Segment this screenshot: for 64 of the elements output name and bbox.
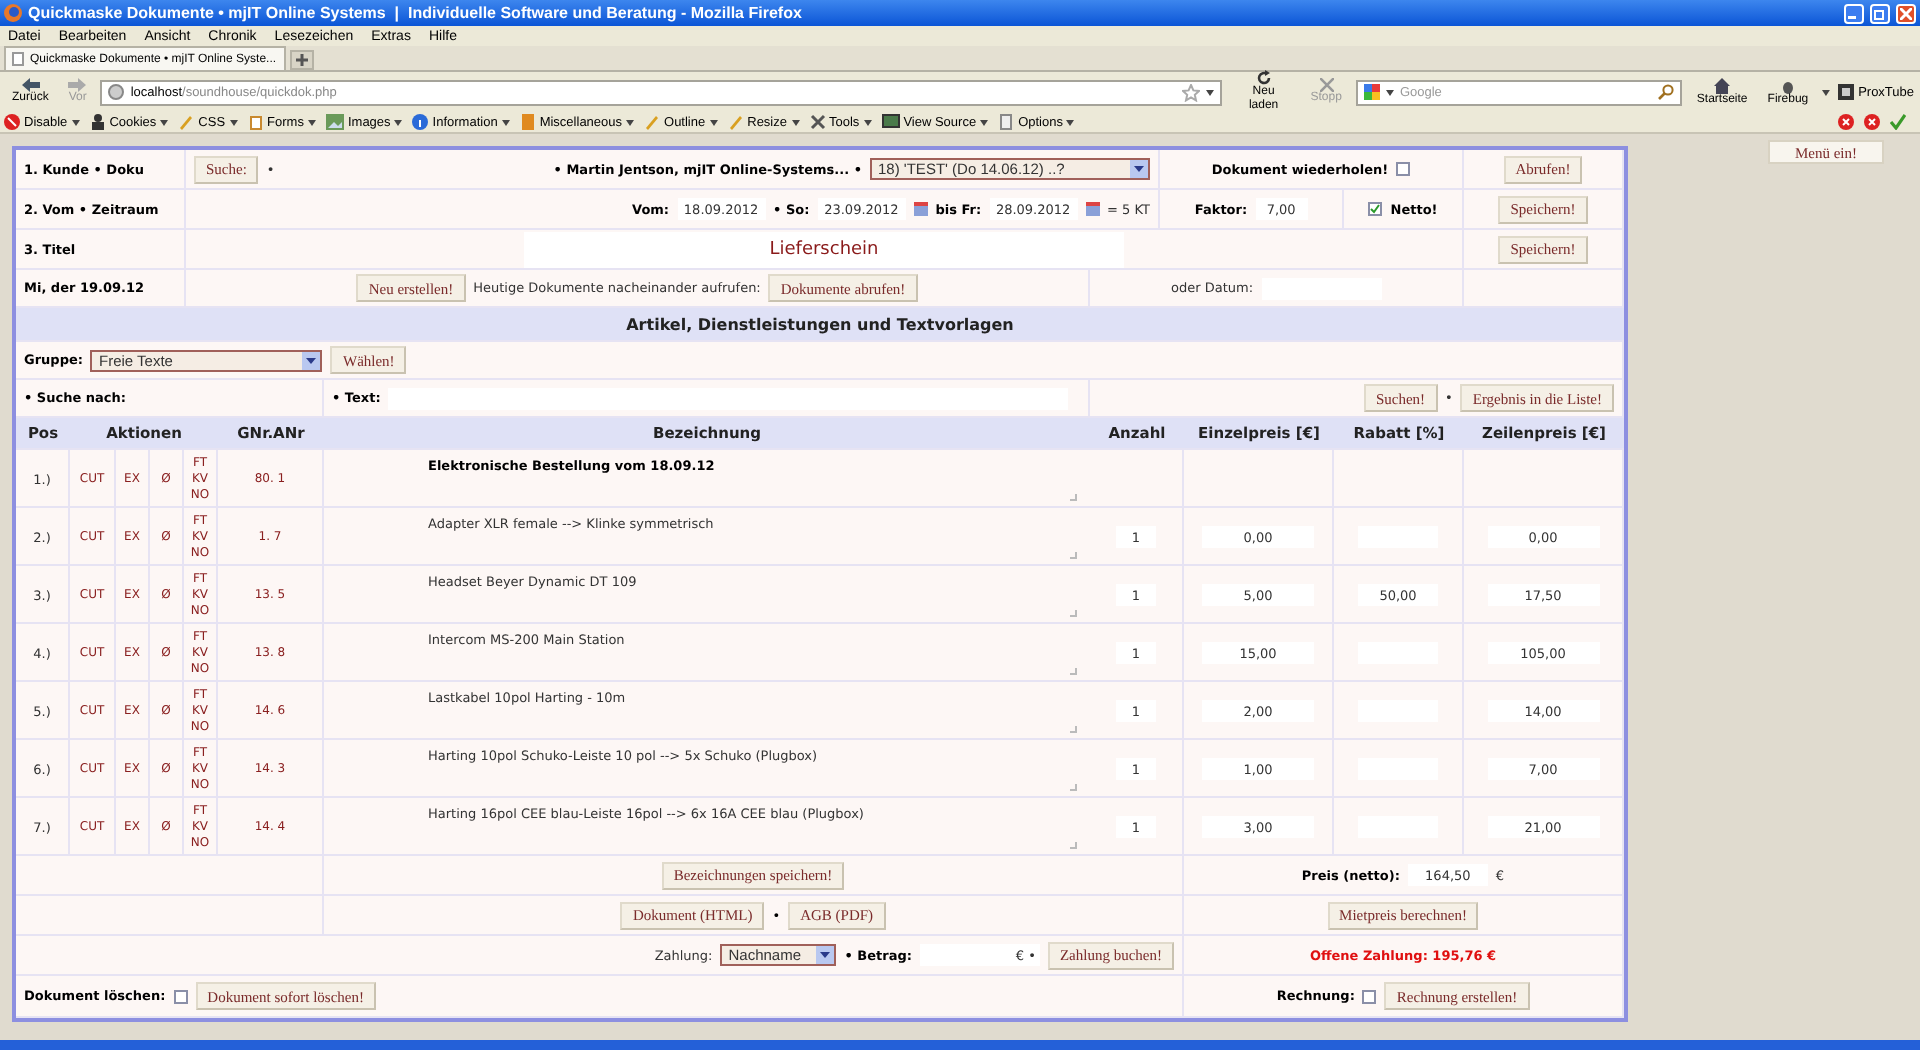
browser-logo-icon (4, 4, 22, 22)
checkbox[interactable] (1362, 989, 1377, 1003)
caret-icon (501, 119, 510, 125)
close-icon (1900, 7, 1912, 19)
monitor-icon (881, 114, 900, 130)
title-field[interactable]: Lieferschein (524, 231, 1124, 267)
dropdown-arrow-icon (302, 351, 321, 369)
globe-icon (108, 84, 125, 100)
calendar-icon (1085, 202, 1100, 216)
caret-icon (626, 119, 635, 125)
checkbox[interactable] (1368, 202, 1383, 216)
calendar-icon (913, 202, 928, 216)
x-icon (1319, 78, 1334, 92)
star-icon (1182, 83, 1201, 101)
resize-grip-icon (1068, 840, 1078, 850)
caret-icon (71, 119, 80, 125)
clipboard-icon (247, 114, 264, 130)
resize-grip-icon (1068, 550, 1078, 560)
resize-grip-icon (1068, 782, 1078, 792)
dropdown-arrow-icon (1130, 160, 1148, 178)
film-icon (1838, 84, 1855, 100)
search-engine-icon (1363, 84, 1380, 100)
caret-icon (863, 119, 872, 125)
restore-icon (1874, 7, 1886, 19)
arrow-left-icon (21, 78, 40, 92)
dropdown-arrow-icon (816, 946, 835, 964)
caret-icon (791, 119, 799, 125)
arrow-right-icon (68, 78, 87, 92)
search-icon (1658, 84, 1675, 100)
caret-icon (1385, 89, 1394, 95)
caret-icon (160, 119, 169, 125)
document-icon (998, 114, 1015, 130)
caret-icon (1066, 119, 1075, 125)
caret-icon (980, 119, 989, 125)
caret-icon (1822, 89, 1831, 95)
caret-icon (394, 119, 403, 125)
picture-icon (325, 114, 344, 130)
reload-icon (1255, 70, 1272, 86)
error-icon (1864, 114, 1880, 130)
stamp-icon (89, 114, 106, 130)
window-title: Quickmaske Dokumente • mjIT Online Systems | Individuelle Software und Beratung - Mozilla Firefox (28, 4, 804, 22)
resize-grip-icon (1068, 724, 1078, 734)
caret-icon (709, 119, 718, 125)
no-entry-icon (4, 114, 20, 130)
info-icon (412, 114, 429, 130)
page-icon (12, 52, 24, 66)
minimize-button[interactable] (1844, 3, 1864, 23)
new-tab-button[interactable] (290, 50, 315, 70)
close-button[interactable] (1896, 3, 1916, 23)
check-icon (1890, 114, 1906, 130)
error-icon (1838, 114, 1854, 130)
caret-icon (1206, 89, 1215, 95)
home-icon (1714, 77, 1731, 93)
checkbox[interactable] (173, 989, 188, 1003)
caret-icon (307, 119, 316, 125)
restore-button[interactable] (1870, 3, 1890, 23)
resize-grip-icon (1068, 608, 1078, 618)
checkbox[interactable] (1396, 162, 1411, 176)
caret-icon (229, 119, 238, 125)
book-icon (519, 114, 536, 130)
resize-grip-icon (1068, 492, 1078, 502)
resize-grip-icon (1068, 666, 1078, 676)
section-header: Artikel, Dienstleistungen und Textvorlagen (16, 308, 1624, 342)
plus-icon (296, 54, 309, 66)
